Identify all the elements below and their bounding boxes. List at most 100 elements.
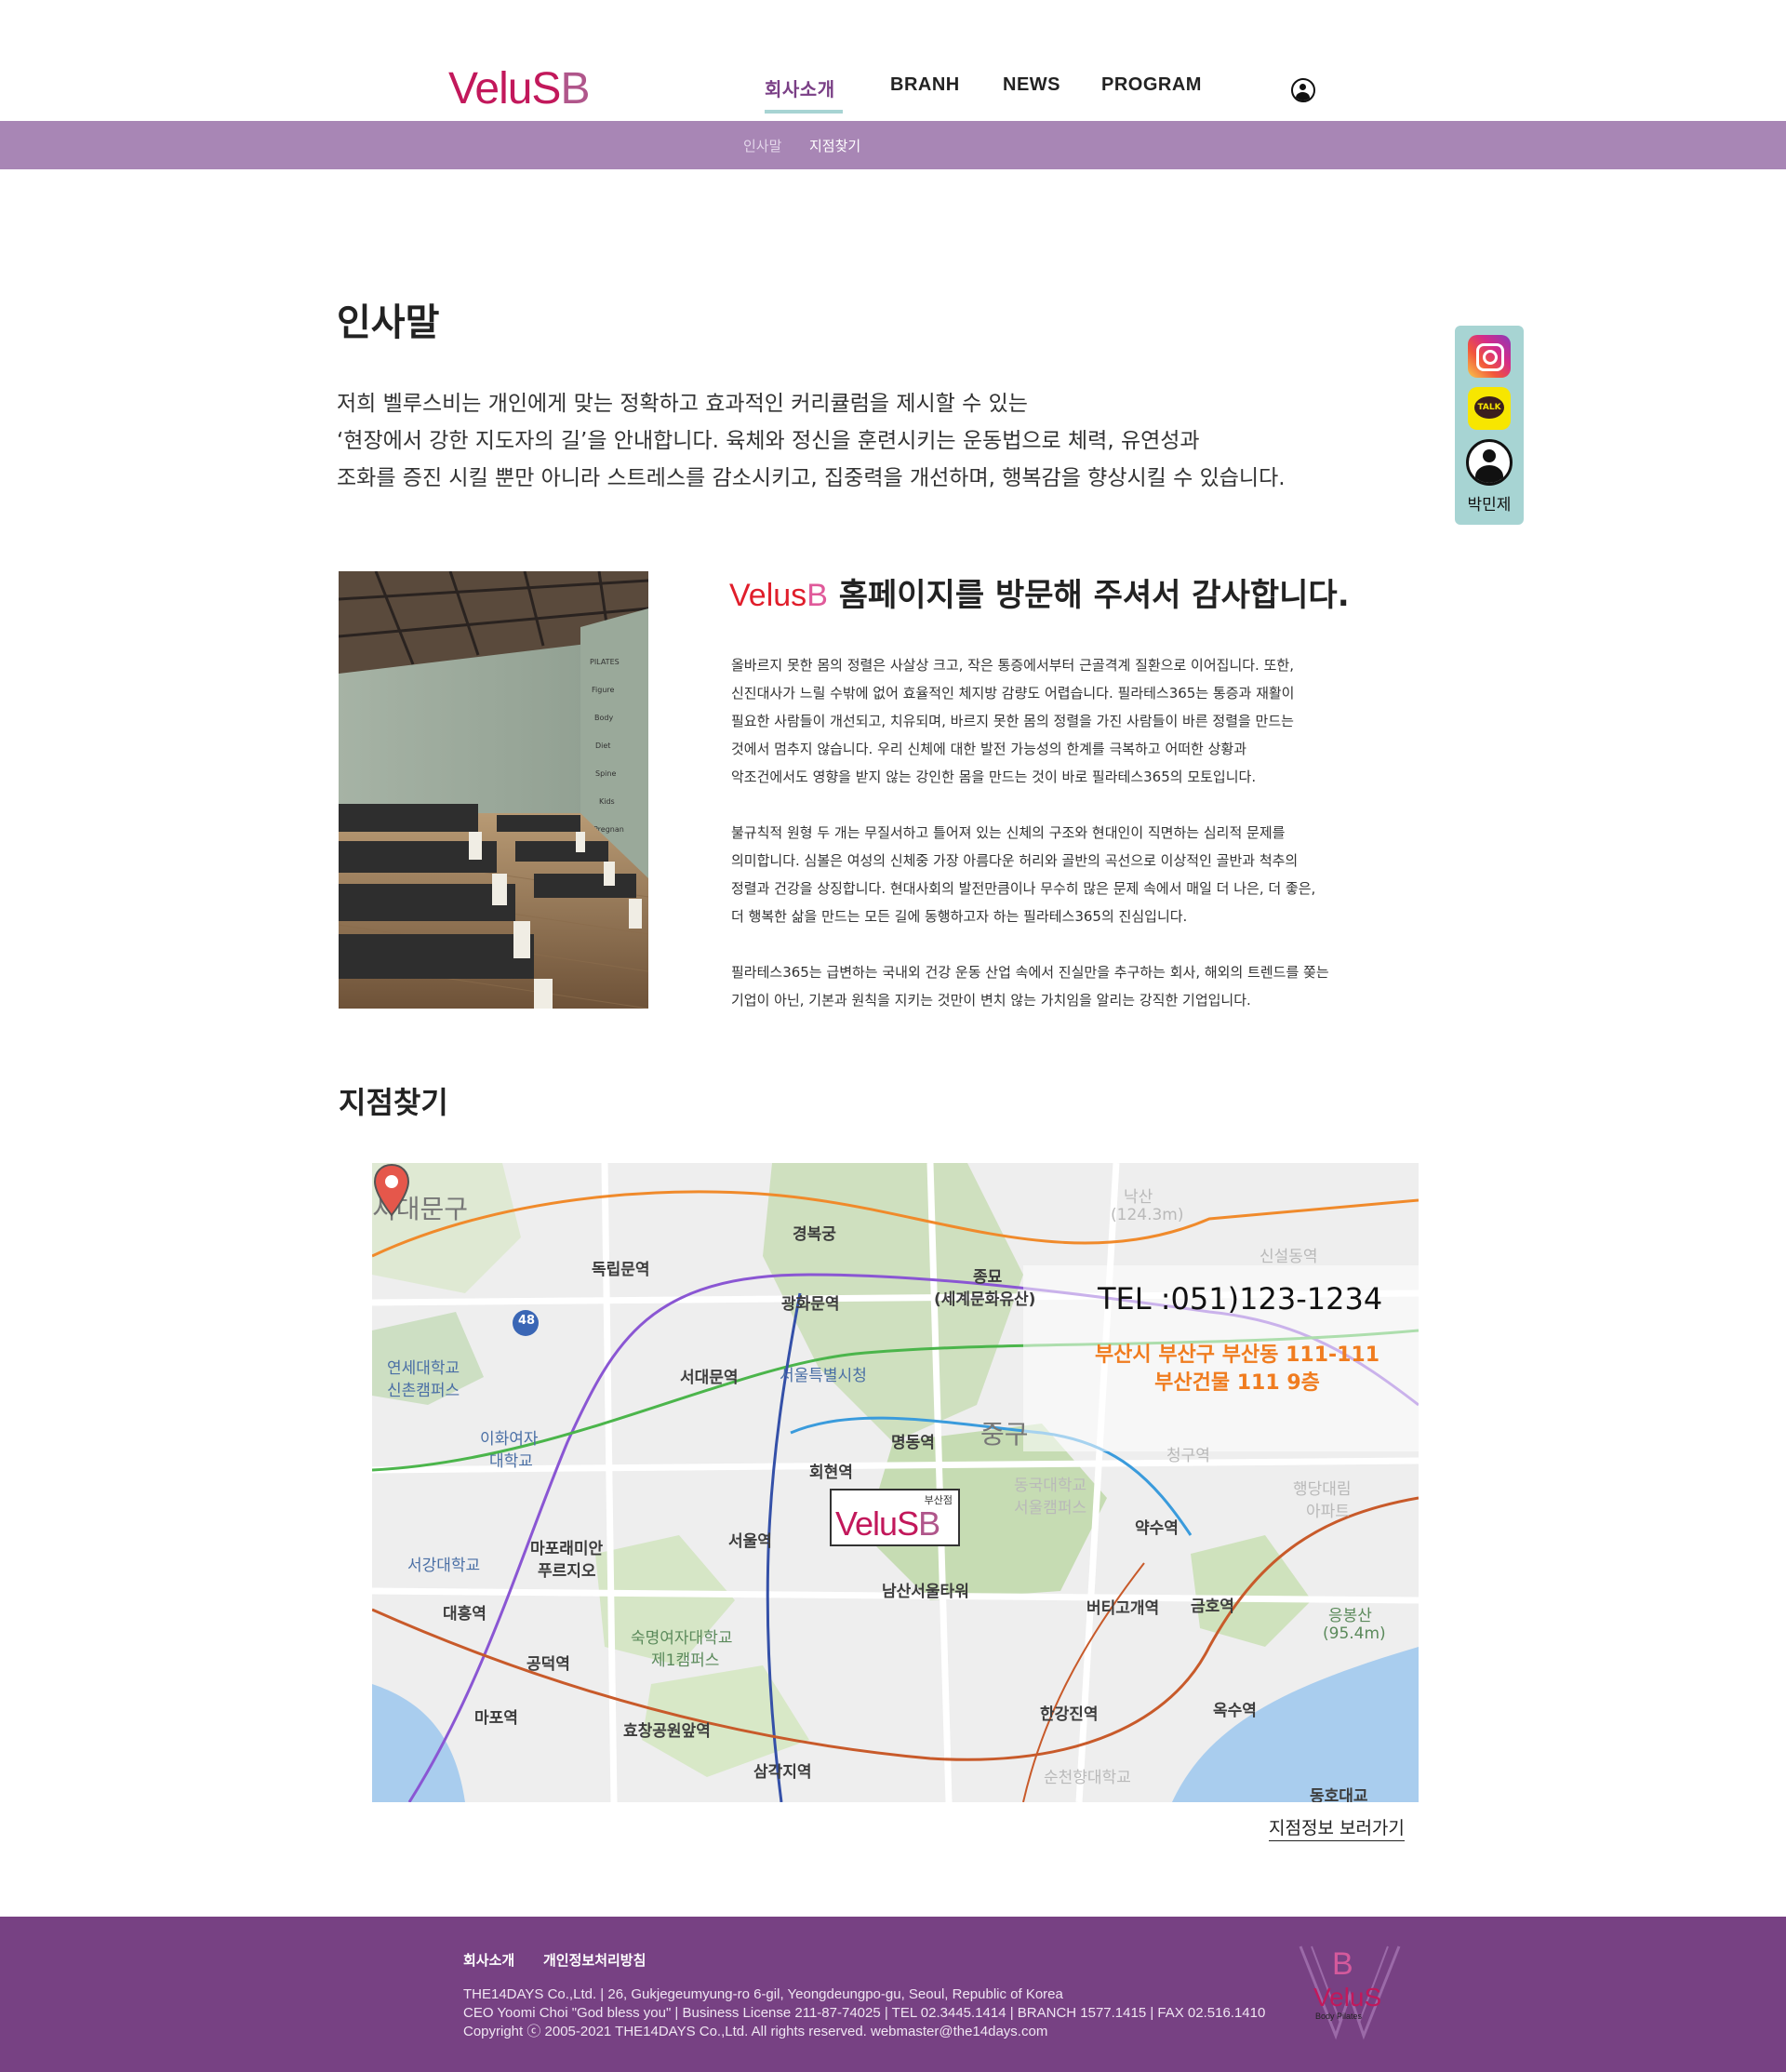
svg-text:Kids: Kids [599, 797, 615, 806]
address-line: 부산시 부산구 부산동 111-111 [1094, 1343, 1380, 1367]
map-pin-icon[interactable] [372, 1163, 411, 1217]
map-label-naksan-height: (124.3m) [1111, 1206, 1184, 1224]
find-branch-title: 지점찾기 [339, 1085, 448, 1120]
site-header: VeluSB 회사소개 BRANH NEWS PROGRAM [0, 0, 1786, 121]
footer-info-line: THE14DAYS Co.,Ltd. | 26, Gukjegeumyung-r… [463, 1986, 1063, 2002]
branch-phone: TEL :051)123-1234 [1098, 1281, 1383, 1317]
map-label-yaksu: 약수역 [1135, 1519, 1179, 1538]
footer-logo-top: B [1332, 1946, 1353, 1982]
map-label-jongmyo: 종묘 [973, 1268, 1003, 1287]
map-label-dongho: 동호대교 [1310, 1787, 1368, 1802]
footer-link-privacy[interactable]: 개인정보처리방침 [543, 1950, 646, 1970]
footer-company-info: THE14DAYS Co.,Ltd. | 26, Gukjegeumyung-r… [463, 1985, 1265, 2041]
paragraph-line: 필라테스365는 급변하는 국내외 건강 운동 산업 속에서 진실만을 추구하는… [731, 964, 1329, 981]
map-label-hoehyeon: 회현역 [809, 1464, 853, 1482]
map-label-haengdang: 행당대림 [1293, 1480, 1352, 1499]
paragraph-line: 것에서 멈추지 않습니다. 우리 신체에 대한 발전 가능성의 한계를 극복하고… [731, 741, 1247, 757]
map-label-hyochang: 효창공원앞역 [623, 1722, 711, 1741]
footer-logo-bottom: VeluS [1313, 1983, 1381, 2012]
greeting-line: 저희 벨루스비는 개인에게 맞는 정확하고 효과적인 커리큘럼을 제시할 수 있… [337, 392, 1028, 416]
map-label-heritage: (세계문화유산) [934, 1290, 1036, 1309]
studio-photo: PILATES Figure Body Diet Spine Kids Pregnan [339, 571, 648, 1009]
greeting-line: ‘현장에서 강한 지도자의 길’을 안내합니다. 육체와 정신을 훈련시키는 운… [337, 429, 1200, 453]
welcome-brand-b: B [806, 578, 828, 613]
map-label-sogang: 서강대학교 [407, 1557, 481, 1575]
footer-logo: B VeluS Body Pilates [1299, 1945, 1401, 2040]
svg-text:Figure: Figure [592, 686, 615, 694]
nav-item-branch[interactable]: BRANH [890, 74, 960, 96]
map-label-naksan: 낙산 [1124, 1188, 1153, 1207]
paragraph-line: 불규칙적 원형 두 개는 무질서하고 틀어져 있는 신체의 구조와 현대인이 직… [731, 824, 1286, 841]
branch-logo: VeluSB [835, 1504, 940, 1543]
active-nav-indicator [765, 110, 843, 114]
map-label-oksu: 옥수역 [1213, 1702, 1257, 1720]
map-label-ewha-univ: 대학교 [489, 1452, 533, 1471]
map-label-geumho: 금호역 [1191, 1597, 1234, 1616]
footer-link-company[interactable]: 회사소개 [463, 1950, 514, 1970]
map-label-junggu: 중구 [980, 1419, 1029, 1450]
paragraph-line: 악조건에서도 영향을 받지 않는 강인한 몸을 만드는 것이 바로 필라테스36… [731, 769, 1257, 785]
svg-text:PILATES: PILATES [590, 658, 620, 666]
map-label-sindang: 신설동역 [1260, 1248, 1318, 1266]
paragraph-line: 기업이 아닌, 기본과 원칙을 지키는 것만이 변치 않는 가치임을 알리는 강… [731, 992, 1251, 1009]
intro-paragraph: 올바르지 못한 몸의 정렬은 사살상 크고, 작은 통증에서부터 근골격계 질환… [731, 651, 1401, 791]
map-label-gongdeok: 공덕역 [526, 1655, 570, 1674]
map-label-ewha: 이화여자 [480, 1430, 539, 1449]
map-label-daeheung: 대흥역 [443, 1605, 486, 1624]
nav-item-program[interactable]: PROGRAM [1101, 74, 1202, 96]
symbol-paragraph: 불규칙적 원형 두 개는 무질서하고 틀어져 있는 신체의 구조와 현대인이 직… [731, 819, 1401, 930]
greeting-title: 인사말 [337, 301, 440, 344]
sub-nav: 인사말 지점찾기 [0, 121, 1786, 169]
map-label-dongnimmun: 독립문역 [592, 1261, 650, 1279]
kakaotalk-icon[interactable]: TALK [1468, 387, 1511, 430]
site-footer: 회사소개 개인정보처리방침 THE14DAYS Co.,Ltd. | 26, G… [0, 1917, 1786, 2072]
footer-info-line: Copyright ⓒ 2005-2021 THE14DAYS Co.,Ltd.… [463, 2024, 1048, 2039]
floating-contact-bar: TALK 박민제 [1455, 326, 1524, 525]
map-label-soonchunhyang: 순천향대학교 [1044, 1769, 1131, 1787]
map-label-yonsei: 연세대학교 [387, 1359, 460, 1378]
map-label-sookmyung: 숙명여자대학교 [631, 1629, 733, 1648]
svg-text:Diet: Diet [595, 742, 610, 750]
map-label-samgakji: 삼각지역 [753, 1763, 812, 1782]
map-label-beotigogae: 버티고개역 [1086, 1599, 1160, 1618]
footer-logo-sub: Body Pilates [1315, 2012, 1363, 2021]
map-label-seodaemun: 서대문역 [680, 1369, 739, 1387]
map-label-cheonggu: 청구역 [1166, 1447, 1210, 1465]
paragraph-line: 올바르지 못한 몸의 정렬은 사살상 크고, 작은 통증에서부터 근골격계 질환… [731, 657, 1294, 674]
nav-item-news[interactable]: NEWS [1003, 74, 1060, 96]
route-48-icon: 48 [518, 1314, 536, 1328]
company-paragraph: 필라테스365는 급변하는 국내외 건강 운동 산업 속에서 진실만을 추구하는… [731, 958, 1401, 1014]
subnav-item-find-branch[interactable]: 지점찾기 [809, 136, 860, 155]
map-label-dongguk-campus: 서울캠퍼스 [1014, 1499, 1087, 1517]
branch-map[interactable]: 서대문구 경복궁 종묘 (세계문화유산) 광화문역 독립문역 서대문역 서울특별… [372, 1163, 1419, 1802]
instagram-icon[interactable] [1468, 335, 1511, 378]
greeting-line: 조화를 증진 시킬 뿐만 아니라 스트레스를 감소시키고, 집중력을 개선하며,… [337, 466, 1286, 490]
greeting-text: 저희 벨루스비는 개인에게 맞는 정확하고 효과적인 커리큘럼을 제시할 수 있… [337, 385, 1360, 497]
user-circle-icon[interactable] [1291, 78, 1315, 102]
map-label-mapo-raemian: 마포래미안 [530, 1540, 604, 1558]
paragraph-line: 더 행복한 삶을 만드는 모든 길에 동행하고자 하는 필라테스365의 진심입… [731, 908, 1188, 925]
welcome-brand: Velus [729, 578, 807, 613]
contact-person-name: 박민제 [1467, 496, 1512, 515]
welcome-text: 홈페이지를 방문해 주셔서 감사합니다. [827, 577, 1350, 614]
map-label-namsan-tower: 남산서울타워 [882, 1583, 969, 1601]
footer-info-line: CEO Yoomi Choi "God bless you" | Busines… [463, 2005, 1266, 2021]
branch-info-link[interactable]: 지점정보 보러가기 [1269, 1814, 1405, 1841]
main-nav: 회사소개 BRANH NEWS PROGRAM [0, 74, 1786, 112]
map-label-mapo: 마포역 [474, 1709, 518, 1728]
map-label-sookmyung-campus: 제1캠퍼스 [651, 1651, 720, 1670]
paragraph-line: 의미합니다. 심볼은 여성의 신체중 가장 아름다운 허리와 골반의 곡선으로 … [731, 852, 1299, 869]
map-label-eungbongsan-height: (95.4m) [1323, 1624, 1386, 1643]
branch-marker-label[interactable]: 부산점 VeluSB [830, 1489, 960, 1546]
map-label-myeongdong: 명동역 [891, 1434, 935, 1452]
address-line: 부산건물 111 9층 [1154, 1371, 1320, 1395]
paragraph-line: 필요한 사람들이 개선되고, 치유되며, 바르지 못한 몸의 정렬을 가진 사람… [731, 713, 1294, 729]
map-label-gyeongbokgung: 경복궁 [793, 1225, 836, 1244]
talk-bubble: TALK [1474, 396, 1504, 419]
map-label-eungbongsan: 응봉산 [1328, 1607, 1372, 1625]
person-icon[interactable] [1466, 439, 1513, 486]
nav-item-company[interactable]: 회사소개 [765, 74, 835, 101]
map-label-cityhall: 서울특별시청 [780, 1367, 867, 1385]
paragraph-line: 정렬과 건강을 상징합니다. 현대사회의 발전만큼이나 무수히 많은 문제 속에… [731, 880, 1316, 897]
subnav-item-greeting[interactable]: 인사말 [743, 136, 781, 155]
